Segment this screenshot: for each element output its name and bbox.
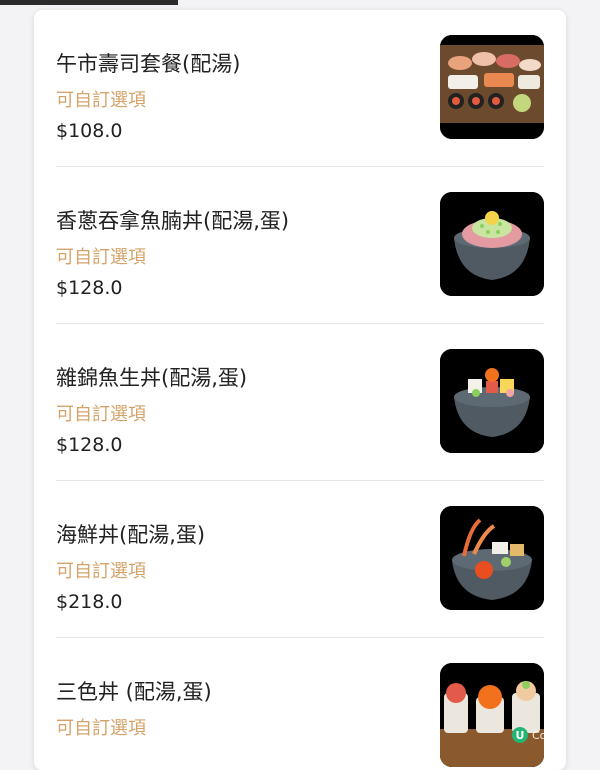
watermark-text: Co (532, 728, 547, 742)
item-price: $128.0 (56, 277, 123, 299)
customizable-label: 可自訂選項 (56, 561, 146, 582)
customizable-label: 可自訂選項 (56, 247, 146, 268)
top-progress-bar (0, 0, 178, 5)
item-name: 午市壽司套餐(配湯) (56, 52, 241, 76)
tuna-belly-don-photo[interactable] (440, 192, 544, 296)
menu-list: 午市壽司套餐(配湯) 可自訂選項 $108.0 香蔥吞拿魚腩丼(配湯,蛋) 可自… (34, 10, 566, 770)
item-price: $218.0 (56, 591, 123, 613)
item-price: $108.0 (56, 120, 123, 142)
seafood-don-photo[interactable] (440, 506, 544, 610)
chirashi-don-photo[interactable] (440, 349, 544, 453)
menu-item[interactable]: 海鮮丼(配湯,蛋) 可自訂選項 $218.0 (34, 481, 566, 638)
brand-logo-icon: U (512, 727, 528, 743)
item-price: $128.0 (56, 434, 123, 456)
customizable-label: 可自訂選項 (56, 404, 146, 425)
customizable-label: 可自訂選項 (56, 90, 146, 111)
menu-item[interactable]: 香蔥吞拿魚腩丼(配湯,蛋) 可自訂選項 $128.0 (34, 167, 566, 324)
item-name: 海鮮丼(配湯,蛋) (56, 523, 206, 547)
customizable-label: 可自訂選項 (56, 718, 146, 739)
three-color-don-photo[interactable] (440, 663, 544, 767)
sushi-platter-photo[interactable] (440, 35, 544, 139)
menu-item[interactable]: 三色丼 (配湯,蛋) 可自訂選項 (34, 638, 566, 770)
item-name: 三色丼 (配湯,蛋) (56, 680, 212, 704)
menu-item[interactable]: 雜錦魚生丼(配湯,蛋) 可自訂選項 $128.0 (34, 324, 566, 481)
watermark: U Co (512, 726, 546, 744)
item-name: 香蔥吞拿魚腩丼(配湯,蛋) (56, 209, 290, 233)
item-name: 雜錦魚生丼(配湯,蛋) (56, 366, 248, 390)
menu-item[interactable]: 午市壽司套餐(配湯) 可自訂選項 $108.0 (34, 10, 566, 167)
